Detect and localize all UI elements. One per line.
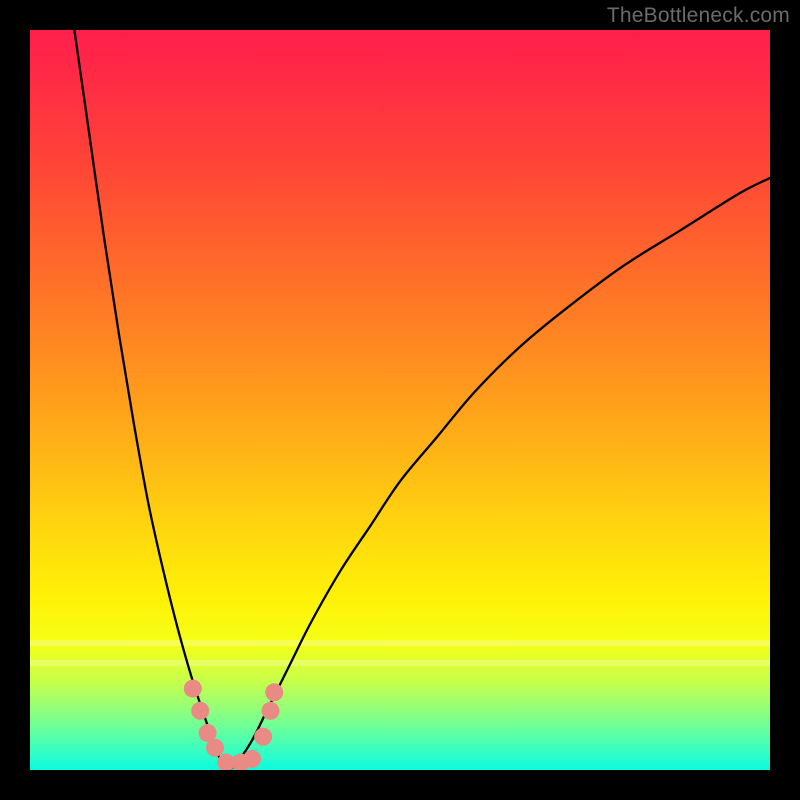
outer-frame: TheBottleneck.com <box>0 0 800 800</box>
marker-group <box>184 680 283 770</box>
marker-dot <box>265 683 283 701</box>
marker-dot <box>243 750 261 768</box>
marker-dot <box>206 739 224 757</box>
marker-dot <box>184 680 202 698</box>
marker-dot <box>191 702 209 720</box>
marker-dot <box>254 728 272 746</box>
marker-dot <box>262 702 280 720</box>
marker-layer <box>30 30 770 770</box>
watermark-text: TheBottleneck.com <box>607 4 790 28</box>
